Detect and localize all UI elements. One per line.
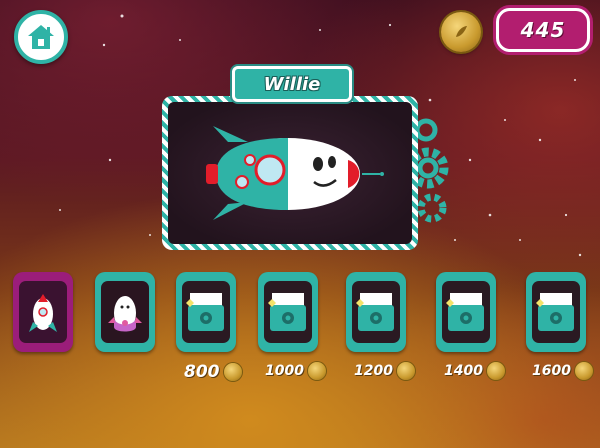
price-label-4: 1400 [444,362,505,380]
skin-slot-pink-rocket[interactable] [95,272,155,352]
rocket-willie-image [206,126,384,220]
locked-chest-icon [268,293,306,331]
locked-chest-icon [356,293,394,331]
price-value: 1000 [265,363,304,379]
skin-slot-locked-4[interactable] [436,272,496,352]
price-value: 1600 [532,363,571,379]
locked-chest-icon [536,293,574,331]
coin-icon [486,362,505,380]
home-icon [28,25,54,49]
home-button[interactable] [14,10,68,64]
price-label-3: 1200 [354,362,415,380]
coin-icon [441,12,481,52]
coin-icon [396,362,415,380]
coin-balance-badge: 445 [496,8,590,52]
rocket-name: Willie [263,73,321,95]
coin-icon [223,363,242,381]
price-value: 1200 [354,363,393,379]
price-value: 800 [184,362,220,382]
skin-slot-locked-2[interactable] [258,272,318,352]
price-label-2: 1000 [265,362,326,380]
skin-slot-willie[interactable] [13,272,73,352]
coin-icon [574,362,593,380]
rocket-willie-thumb [29,294,57,332]
skin-slot-locked-5[interactable] [526,272,586,352]
locked-chest-icon [446,293,484,331]
price-value: 1400 [444,363,483,379]
skin-slot-locked-3[interactable] [346,272,406,352]
coin-icon [307,362,326,380]
price-label-5: 1600 [532,362,593,380]
price-label-1: 800 [184,362,242,382]
coin-balance: 445 [520,18,566,42]
rocket-preview-frame [162,96,418,250]
rocket-name-tag: Willie [232,66,352,102]
skin-slot-locked-1[interactable] [176,272,236,352]
rocket-pink-thumb [108,296,142,332]
locked-chest-icon [186,293,224,331]
